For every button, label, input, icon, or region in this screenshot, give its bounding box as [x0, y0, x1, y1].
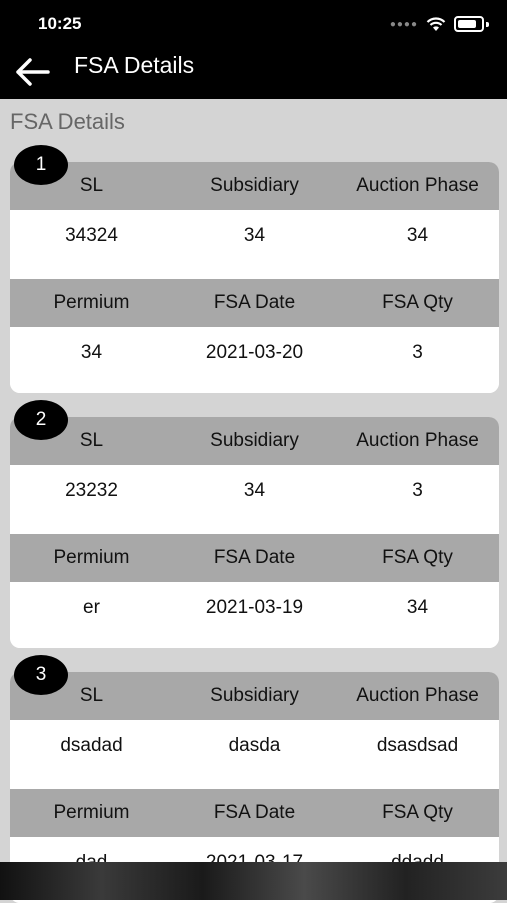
auction-phase-value: 3 [412, 480, 423, 501]
header-row: SL Subsidiary Auction Phase [10, 672, 499, 720]
status-bar: 10:25 ●●●● [0, 0, 507, 44]
header-row: Permium FSA Date FSA Qty [10, 534, 499, 582]
subsidiary-header: Subsidiary [210, 685, 299, 706]
subsidiary-header: Subsidiary [210, 430, 299, 451]
permium-value: er [83, 597, 100, 618]
record-card[interactable]: SL Subsidiary Auction Phase 23232 34 3 P… [10, 417, 499, 648]
auction-phase-header: Auction Phase [356, 685, 479, 706]
wifi-icon [426, 16, 446, 31]
fsa-date-header: FSA Date [213, 802, 296, 823]
fsa-date-header: FSA Date [213, 547, 296, 568]
value-row: 34 2021-03-20 3 [10, 327, 499, 393]
auction-phase-header: Auction Phase [356, 175, 479, 196]
permium-value: 34 [80, 342, 103, 363]
cellular-signal-icon: ●●●● [389, 18, 418, 30]
fsa-qty-header: FSA Qty [382, 292, 453, 313]
subsidiary-value: 34 [243, 225, 266, 246]
subsidiary-header: Subsidiary [210, 175, 299, 196]
fsa-date-value: 2021-03-19 [205, 597, 304, 618]
permium-header: Permium [53, 292, 130, 313]
permium-header: Permium [53, 802, 130, 823]
value-row: er 2021-03-19 34 [10, 582, 499, 648]
header-row: SL Subsidiary Auction Phase [10, 417, 499, 465]
record-card[interactable]: SL Subsidiary Auction Phase 34324 34 34 … [10, 162, 499, 393]
record-index-badge: 2 [14, 400, 68, 440]
fsa-qty-value: 3 [412, 342, 423, 363]
page-title: FSA Details [74, 52, 195, 78]
auction-phase-header: Auction Phase [356, 430, 479, 451]
record-index-badge: 3 [14, 655, 68, 695]
auction-phase-value: dsasdsad [376, 735, 459, 756]
fsa-qty-header: FSA Qty [382, 802, 453, 823]
value-row: 34324 34 34 [10, 210, 499, 276]
status-time: 10:25 [38, 14, 82, 33]
fsa-qty-value: 34 [406, 597, 429, 618]
fsa-qty-header: FSA Qty [382, 547, 453, 568]
sl-value: 34324 [65, 225, 118, 246]
sl-value: dsadad [60, 735, 123, 756]
subsidiary-value: 34 [243, 480, 266, 501]
fsa-date-value: 2021-03-20 [205, 342, 304, 363]
section-title: FSA Details [10, 109, 125, 134]
value-row: 23232 34 3 [10, 465, 499, 531]
value-row: dsadad dasda dsasdsad [10, 720, 499, 786]
header-row: Permium FSA Date FSA Qty [10, 789, 499, 837]
subsidiary-value: dasda [228, 735, 281, 756]
header-row: SL Subsidiary Auction Phase [10, 162, 499, 210]
header-row: Permium FSA Date FSA Qty [10, 279, 499, 327]
battery-icon [454, 16, 484, 32]
back-arrow-icon[interactable] [12, 56, 52, 88]
auction-phase-value: 34 [406, 225, 429, 246]
permium-header: Permium [53, 547, 130, 568]
nav-bar: FSA Details [0, 44, 507, 99]
fsa-date-header: FSA Date [213, 292, 296, 313]
sl-value: 23232 [65, 480, 118, 501]
record-index-badge: 1 [14, 145, 68, 185]
bottom-background-image [0, 862, 507, 900]
